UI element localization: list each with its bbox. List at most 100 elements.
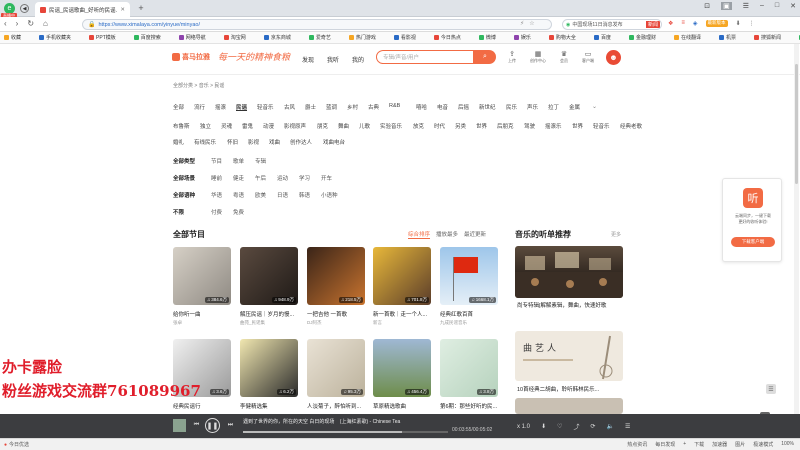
new-tab-icon[interactable]: + xyxy=(136,3,146,13)
filter-option[interactable]: 运动 xyxy=(277,174,288,182)
category-6[interactable]: 朋克 xyxy=(317,122,328,130)
category-2[interactable]: 灵魂 xyxy=(221,122,232,130)
status-item[interactable]: 热点资讯 xyxy=(627,441,647,448)
playlist-cover[interactable]: 曲艺人 xyxy=(515,331,623,381)
status-item[interactable]: 下载 xyxy=(694,441,704,448)
bookmark[interactable]: 热门游戏 xyxy=(348,34,385,41)
filter-option[interactable]: 午后 xyxy=(255,174,266,182)
feedback-icon[interactable]: ☰ xyxy=(766,384,776,394)
bookmark[interactable]: 手机收藏夹 xyxy=(39,34,80,41)
category-6[interactable]: 戏曲电台 xyxy=(323,138,345,146)
category-2[interactable]: 怀旧 xyxy=(227,138,238,146)
category-8[interactable]: 儿歌 xyxy=(359,122,370,130)
previous-icon[interactable]: ⏮ xyxy=(192,421,201,430)
filter-option[interactable]: 学习 xyxy=(299,174,310,182)
status-item[interactable]: 每日发现 xyxy=(655,441,675,448)
filter-option[interactable]: 欧美 xyxy=(255,191,266,199)
sort-recent[interactable]: 最近更新 xyxy=(464,230,486,239)
category-18[interactable]: 金属 xyxy=(569,103,580,111)
filter-option[interactable]: 健走 xyxy=(233,174,244,182)
url-bar[interactable]: 🔒 https://www.ximalaya.com/yinyue/minyao… xyxy=(82,19,552,30)
playlist-icon[interactable]: ☰ xyxy=(625,423,630,430)
filter-option[interactable]: 开车 xyxy=(321,174,332,182)
translate-icon[interactable]: ≡ xyxy=(681,20,685,27)
category-16[interactable]: 摇滚乐 xyxy=(545,122,562,130)
status-item[interactable]: 加速器 xyxy=(712,441,727,448)
category-12[interactable]: 电音 xyxy=(437,103,448,111)
filter-label[interactable]: 全部类型 xyxy=(173,157,195,165)
status-item[interactable]: 100% xyxy=(781,441,794,448)
upload-button[interactable]: ⇪ 上传 xyxy=(506,50,518,65)
bookmark-item[interactable]: 百度搜索 xyxy=(141,34,161,41)
settings-icon[interactable]: ☰ xyxy=(743,2,749,10)
bookmark-item[interactable]: 京东商城 xyxy=(271,34,291,41)
bookmark-item[interactable]: 看影视 xyxy=(401,34,416,41)
page-scrollbar[interactable] xyxy=(794,44,799,414)
player-cover[interactable] xyxy=(173,419,186,432)
album-title[interactable]: 新一首歌｜走一个人... xyxy=(373,310,433,318)
album-cover[interactable]: ♫456.4万 xyxy=(373,339,431,397)
category-10[interactable]: 放克 xyxy=(413,122,424,130)
bookmark[interactable]: 网络导航 xyxy=(178,34,215,41)
filter-option[interactable]: 付费 xyxy=(211,208,222,216)
category-8[interactable]: 乡村 xyxy=(347,103,358,111)
category-4[interactable]: 动漫 xyxy=(263,122,274,130)
album-cover[interactable]: ♫948.9万 xyxy=(240,247,298,305)
next-icon[interactable]: ⏭ xyxy=(226,421,235,430)
status-item[interactable]: + xyxy=(683,441,686,448)
category-3[interactable]: 雷鬼 xyxy=(242,122,253,130)
creator-button[interactable]: ▦ 创作中心 xyxy=(528,50,548,65)
loop-icon[interactable]: ⟳ xyxy=(590,423,595,430)
star-icon[interactable]: ☆ xyxy=(529,20,534,27)
album-cover[interactable]: ♫218.5万 xyxy=(307,247,365,305)
category-13[interactable]: 后摇 xyxy=(458,103,469,111)
bookmark[interactable]: 金融理财 xyxy=(628,34,665,41)
category-15[interactable]: 民乐 xyxy=(506,103,517,111)
recommend-more[interactable]: 更多 xyxy=(611,231,621,238)
nav-mine[interactable]: 我的 xyxy=(352,55,364,64)
album-author[interactable]: DJ阿杰 xyxy=(307,320,367,326)
category-1[interactable]: 独立 xyxy=(200,122,211,130)
download-client-button[interactable]: 下载客户端 xyxy=(731,237,775,247)
breadcrumb[interactable]: 全部分类 > 音乐 > 民谣 xyxy=(173,82,224,89)
volume-icon[interactable]: 🔈 xyxy=(606,423,613,430)
bookmark-item[interactable]: 收藏 xyxy=(11,34,21,41)
playlist-cover[interactable] xyxy=(515,246,623,298)
album-author[interactable]: 曲苑_民谣集 xyxy=(240,320,300,326)
bookmark[interactable]: 看影视 xyxy=(393,34,425,41)
category-11[interactable]: 时代 xyxy=(434,122,445,130)
category-1[interactable]: 流行 xyxy=(194,103,205,111)
category-1[interactable]: 有线民乐 xyxy=(194,138,216,146)
album-title[interactable]: 草原精选歌曲 xyxy=(373,402,433,410)
status-left[interactable]: ● 今日优选 xyxy=(4,441,29,449)
site-search-input[interactable]: 专辑/声音/用户 xyxy=(376,50,474,64)
play-pause-button[interactable]: ❚❚ xyxy=(205,418,220,433)
category-9[interactable]: 古典 xyxy=(368,103,379,111)
bookmark[interactable]: 爱奇艺 xyxy=(308,34,340,41)
maximize-icon[interactable]: □ xyxy=(775,2,779,10)
category-2[interactable]: 摇滚 xyxy=(215,103,226,111)
album-author[interactable]: 九成民谣音乐 xyxy=(440,320,500,326)
category-18[interactable]: 轻音乐 xyxy=(593,122,610,130)
bookmark-item[interactable]: 爱奇艺 xyxy=(316,34,331,41)
bookmark-item[interactable]: 金融理财 xyxy=(636,34,656,41)
bookmark[interactable]: 收藏 xyxy=(4,34,30,41)
home-icon[interactable]: ⌂ xyxy=(43,19,48,28)
bookmark-item[interactable]: 购物大全 xyxy=(556,34,576,41)
category-10[interactable]: R&B xyxy=(389,103,400,109)
album-cover[interactable]: ♫701.8万 xyxy=(373,247,431,305)
playlist-title[interactable]: 10首经典二胡曲，聆听韩林民乐... xyxy=(517,385,621,393)
bookmark-item[interactable]: 淘宝网 xyxy=(231,34,246,41)
back-to-home-icon[interactable]: ◀ xyxy=(20,4,29,13)
bookmark-item[interactable]: 机票 xyxy=(726,34,736,41)
filter-option[interactable]: 睡前 xyxy=(211,174,222,182)
status-item[interactable]: 图片 xyxy=(735,441,745,448)
minimize-icon[interactable]: – xyxy=(760,2,764,10)
category-19[interactable]: 经典老歌 xyxy=(620,122,642,130)
bookmark-item[interactable]: 微博 xyxy=(486,34,496,41)
category-9[interactable]: 实验音乐 xyxy=(380,122,402,130)
filter-option[interactable]: 华语 xyxy=(211,191,222,199)
playlist-title[interactable]: 尚专特辑|解解素辑，舞曲，快速好歌 xyxy=(517,301,621,309)
site-logo[interactable]: 喜马拉雅 xyxy=(172,51,210,63)
category-15[interactable]: 驾驶 xyxy=(524,122,535,130)
